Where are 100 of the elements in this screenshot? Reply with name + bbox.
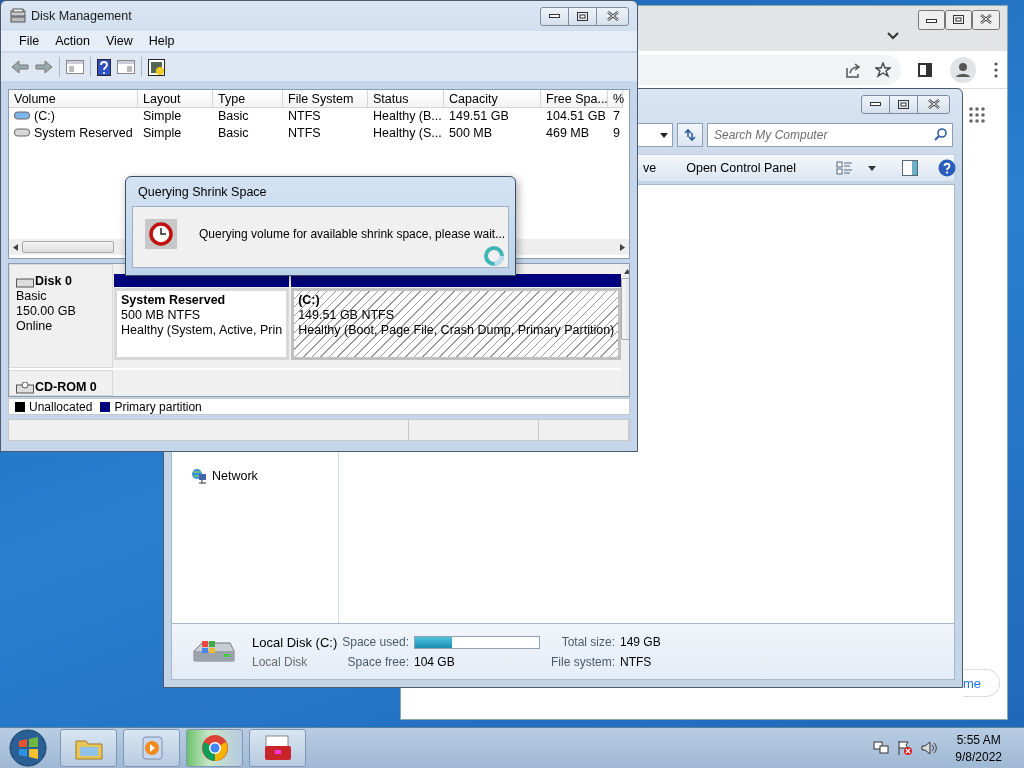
preview-pane-icon[interactable] [902, 160, 918, 176]
close-icon [927, 99, 940, 109]
minimize-icon [549, 13, 560, 19]
forward-icon[interactable] [35, 60, 53, 74]
minimize-button[interactable] [861, 94, 890, 114]
refresh-button[interactable] [677, 123, 703, 147]
minimize-icon [870, 101, 881, 107]
column-header[interactable]: Volume [9, 90, 138, 108]
minimize-button[interactable] [918, 10, 945, 30]
start-button[interactable] [8, 728, 48, 768]
column-header[interactable]: Layout [138, 90, 213, 108]
dropdown-arrow-icon[interactable] [660, 132, 668, 138]
column-header[interactable]: File System [283, 90, 368, 108]
help-icon[interactable] [938, 159, 956, 177]
column-header[interactable]: Free Spa... [541, 90, 608, 108]
apps-grid-icon[interactable] [969, 107, 985, 123]
busy-spinner-icon [483, 245, 505, 267]
toolbar-button[interactable]: Open Control Panel [680, 159, 802, 177]
partition-block[interactable]: (C:) 149.51 GB NTFS Healthy (Boot, Page File, Crash Dump, Primary Partition) [291, 288, 622, 360]
partition-block[interactable]: System Reserved 500 MB NTFS Healthy (System, Active, Prin [114, 288, 290, 360]
taskbar-app-button[interactable] [186, 729, 243, 767]
drive-icon [14, 110, 30, 120]
table-cell: NTFS [288, 109, 321, 124]
close-icon [606, 11, 619, 21]
table-cell: Basic [218, 109, 249, 124]
close-button[interactable] [972, 10, 1000, 30]
table-cell: Healthy (S... [373, 126, 442, 141]
drive-type: Local Disk [252, 654, 309, 669]
window-title: Disk Management [31, 9, 133, 23]
table-cell: (C:) [34, 109, 55, 124]
close-button[interactable] [596, 6, 629, 26]
dialog-message: Querying volume for available shrink space, please wait... [199, 227, 506, 241]
view-options-icon[interactable] [836, 161, 854, 175]
dropdown-arrow-icon[interactable] [868, 165, 876, 171]
refresh-icon [683, 128, 697, 142]
dialog-title: Querying Shrink Space [137, 183, 268, 201]
table-cell: Healthy (B... [373, 109, 442, 124]
menu-item[interactable]: Help [142, 34, 181, 48]
table-cell: 500 MB [449, 126, 493, 141]
field-label: Space used: [342, 635, 409, 649]
clock-icon [145, 219, 177, 249]
properties-icon[interactable] [148, 58, 165, 76]
toolbar-button[interactable]: ve [641, 159, 663, 177]
field-value: 149 GB [620, 635, 661, 649]
console-tree-icon[interactable] [66, 60, 84, 74]
volume-icon[interactable] [921, 740, 938, 756]
network-icon [191, 468, 207, 484]
taskbar-app-button[interactable] [249, 729, 306, 767]
field-label: File system: [550, 654, 615, 669]
menu-item[interactable]: View [99, 34, 139, 48]
table-cell: 9 [613, 126, 620, 141]
column-header[interactable]: Type [213, 90, 283, 108]
menu-icon[interactable] [994, 61, 998, 78]
disk-info: Basic [16, 289, 48, 304]
minimize-button[interactable] [540, 6, 569, 26]
table-cell: Basic [218, 126, 249, 141]
menu-item[interactable]: Action [49, 34, 96, 48]
profile-icon[interactable] [950, 56, 976, 83]
action-center-icon[interactable] [897, 740, 914, 756]
scroll-arrow-icon[interactable] [620, 243, 625, 251]
network-icon[interactable] [873, 740, 890, 756]
star-icon[interactable] [875, 61, 891, 78]
maximize-button[interactable] [945, 10, 972, 30]
table-cell: 149.51 GB [449, 109, 509, 124]
toolbox-icon [262, 734, 293, 762]
column-header[interactable]: Capacity [444, 90, 541, 108]
disk-info: 150.00 GB [16, 304, 77, 319]
search-field[interactable]: Search My Computer [707, 123, 953, 147]
maximize-icon [953, 15, 964, 24]
back-icon[interactable] [11, 60, 29, 74]
disk-info: Online [16, 319, 54, 334]
menu-item[interactable]: File [13, 34, 46, 48]
column-header[interactable]: % [608, 90, 623, 108]
disk-management-icon [10, 8, 26, 24]
help-icon[interactable] [97, 58, 111, 76]
action-pane-icon[interactable] [117, 60, 135, 74]
chevron-down-icon[interactable] [887, 32, 899, 40]
disk-name: Disk 0 [35, 274, 72, 289]
field-value: 104 GB [413, 654, 456, 669]
browser-icon [200, 734, 229, 762]
field-value: NTFS [620, 654, 653, 669]
pill-button[interactable]: me [962, 669, 1000, 697]
maximize-button[interactable] [889, 94, 918, 114]
maximize-icon [898, 99, 909, 109]
scroll-thumb[interactable] [22, 241, 114, 253]
field-label: Total size: [560, 635, 615, 649]
table-cell: NTFS [288, 126, 321, 141]
search-icon[interactable] [934, 128, 947, 141]
table-cell: 469 MB [546, 126, 590, 141]
scroll-arrow-icon[interactable] [624, 269, 629, 274]
table-cell: 7 [613, 109, 620, 124]
scroll-arrow-icon[interactable] [13, 243, 18, 251]
close-button[interactable] [917, 94, 950, 114]
clock[interactable]: 5:55 AM 9/8/2022 [955, 732, 1002, 764]
column-header[interactable]: Status [368, 90, 444, 108]
drive-name: Local Disk (C:) [252, 634, 338, 650]
maximize-button[interactable] [568, 6, 597, 26]
side-panel-icon[interactable] [918, 62, 932, 77]
nav-item[interactable]: Network [191, 468, 258, 484]
share-icon[interactable] [845, 61, 861, 78]
